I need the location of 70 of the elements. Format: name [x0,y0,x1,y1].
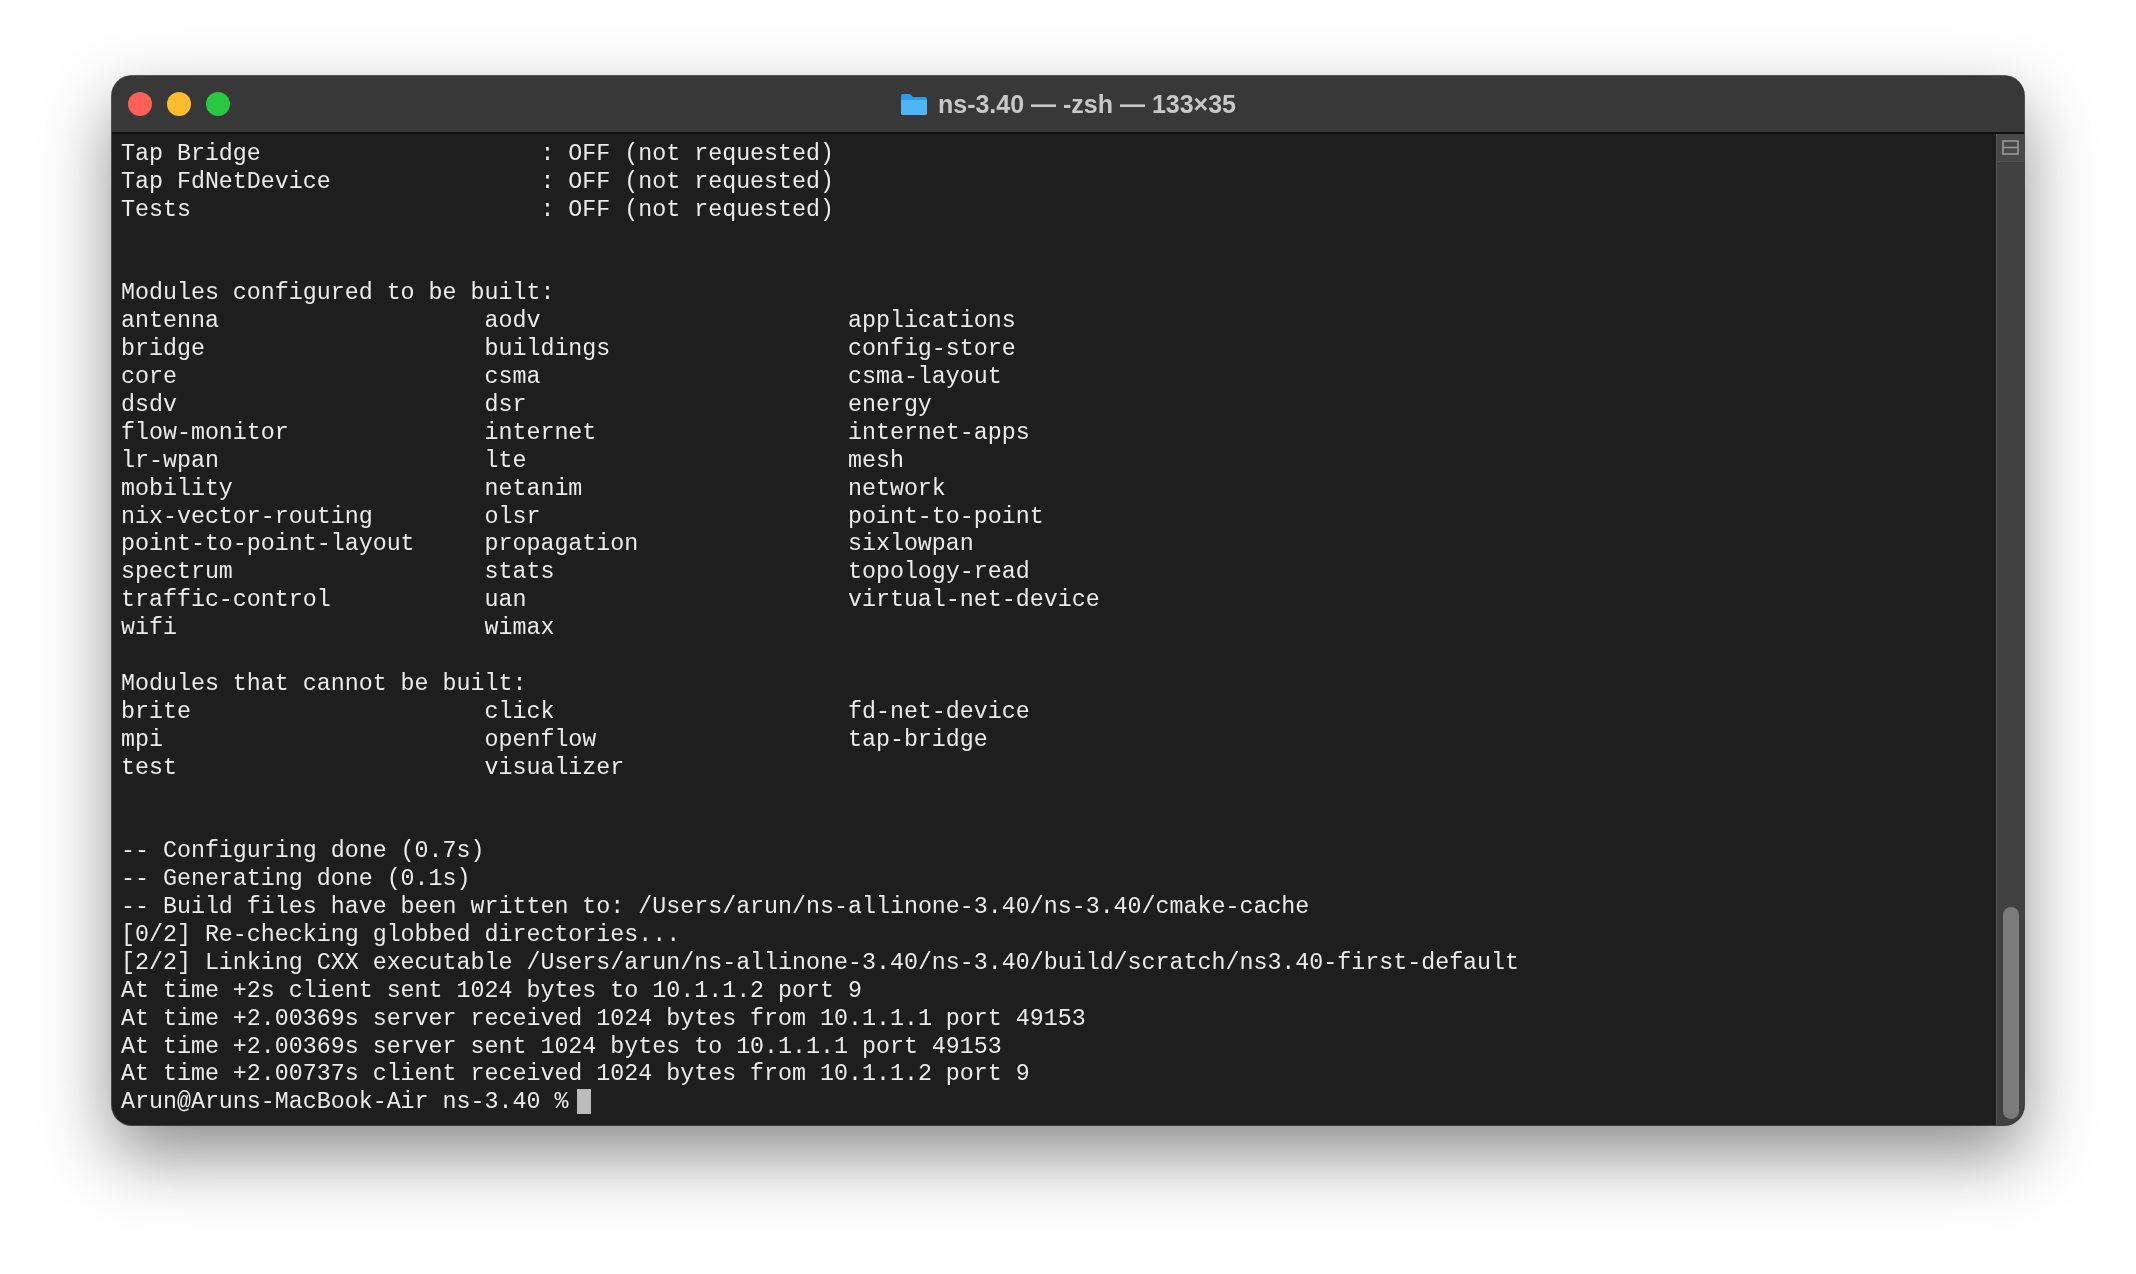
module-name: tap-bridge [847,726,989,755]
module-name: aodv [484,308,542,337]
module-name: wimax [484,615,556,644]
output-line: At time +2s client sent 1024 bytes to 10.1.1.2 port 9 [121,977,862,1006]
minimize-button[interactable] [167,92,191,116]
module-name: test [121,754,178,783]
module-name: olsr [484,503,542,532]
module-name: wifi [121,615,178,644]
module-name: config-store [847,336,1017,365]
output-line: Modules that cannot be built: [121,670,527,699]
module-name: lte [484,447,528,476]
module-name: internet [484,419,598,448]
module-name: propagation [484,531,640,560]
module-name: netanim [484,475,584,504]
module-name: internet-apps [847,419,1031,448]
module-name: uan [484,587,528,616]
output-line: -- Generating done (0.1s) [121,866,471,895]
module-name: energy [847,392,933,420]
output-line: At time +2.00737s client received 1024 bytes from 10.1.1.2 port 9 [121,1061,1030,1090]
module-name: click [484,698,556,727]
module-name: topology-read [847,559,1031,588]
module-name: buildings [484,336,612,365]
module-name: traffic-control [121,587,332,616]
module-name: mesh [847,447,905,476]
module-name: csma [484,364,542,392]
module-name: stats [484,559,556,588]
module-name: csma-layout [847,364,1003,392]
setting-value: : OFF (not requested) [540,141,834,169]
module-name: sixlowpan [847,531,975,560]
module-name: fd-net-device [847,698,1031,727]
module-name: point-to-point [847,503,1045,532]
module-name: visualizer [484,754,626,783]
setting-label: Tap Bridge [121,141,262,169]
zoom-button[interactable] [206,92,230,116]
module-name: brite [121,698,192,727]
module-name: mpi [121,726,164,755]
module-name: spectrum [121,559,234,588]
text-cursor [576,1089,592,1115]
output-line: -- Build files have been written to: /Users/arun/ns-allinone-3.40/ns-3.40/cmake-cache [121,894,1310,922]
setting-value: : OFF (not requested) [540,196,834,225]
output-line: [2/2] Linking CXX executable /Users/arun/ns-allinone-3.40/ns-3.40/build/scratch/ns3.40-first-default [121,949,1520,978]
module-name: point-to-point-layout [121,531,416,560]
setting-label: Tests [121,196,192,225]
output-line: Modules configured to be built: [121,280,555,309]
module-name: virtual-net-device [847,587,1101,616]
module-name: flow-monitor [121,419,290,448]
output-line: [0/2] Re-checking globbed directories... [121,921,681,950]
module-name: applications [847,308,1017,337]
module-name: network [847,475,947,504]
setting-label: Tap FdNetDevice [121,168,332,197]
output-line: At time +2.00369s server received 1024 bytes from 10.1.1.1 port 49153 [121,1005,1086,1034]
shell-prompt: Arun@Aruns-MacBook-Air ns-3.40 % [121,1089,569,1118]
module-name: core [121,364,178,392]
window-title: ns-3.40 — -zsh — 133×35 [937,89,1237,119]
module-name: lr-wpan [121,447,220,476]
module-name: dsdv [121,392,178,420]
split-pane-button[interactable] [1997,134,2024,162]
module-name: antenna [121,308,220,337]
module-name: openflow [484,726,598,755]
split-pane-icon [2002,140,2019,155]
module-name: nix-vector-routing [121,503,374,532]
module-name: mobility [121,475,234,504]
setting-value: : OFF (not requested) [540,168,834,197]
output-line: -- Configuring done (0.7s) [121,838,485,867]
module-name: bridge [121,336,206,365]
folder-icon [899,92,928,116]
output-line: At time +2.00369s server sent 1024 bytes to 10.1.1.1 port 49153 [121,1033,1002,1062]
close-button[interactable] [128,92,152,116]
module-name: dsr [484,392,528,420]
scrollbar-thumb[interactable] [2002,907,2019,1119]
